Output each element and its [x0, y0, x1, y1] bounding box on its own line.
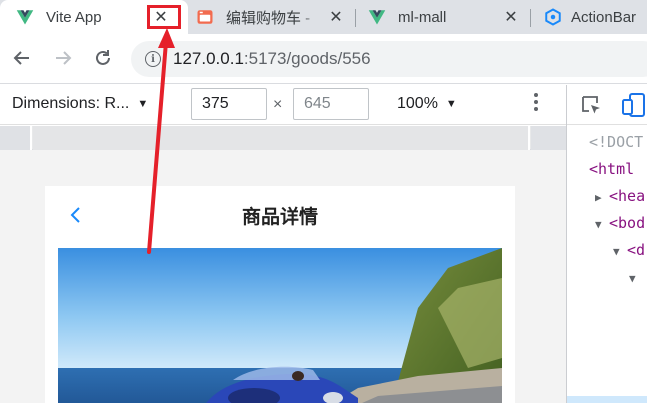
- height-input[interactable]: 645: [293, 88, 369, 120]
- arrow-left-icon: [13, 51, 29, 65]
- dom-text: <d: [627, 241, 646, 259]
- ruler-segment[interactable]: [33, 126, 528, 150]
- dom-line-div[interactable]: ▼ <d: [613, 241, 645, 259]
- back-button[interactable]: [8, 44, 36, 72]
- ruler-segment[interactable]: [531, 126, 566, 150]
- caret-down-icon: ▼: [445, 98, 457, 110]
- dom-line-body[interactable]: ▼ <bod: [595, 214, 645, 232]
- ruler-segment[interactable]: [0, 126, 30, 150]
- url-host: 127.0.0.1: [173, 49, 244, 68]
- reload-button[interactable]: [89, 44, 117, 72]
- ruler-tick: [528, 126, 530, 150]
- tab-title: ml-mall: [398, 8, 447, 26]
- reload-icon: [96, 50, 110, 65]
- nav-bar: 商品详情: [45, 186, 515, 244]
- collapse-triangle-icon[interactable]: ▼: [629, 272, 643, 285]
- expand-triangle-icon[interactable]: ▶: [595, 191, 609, 204]
- inspect-element-icon[interactable]: [580, 94, 604, 118]
- tab-separator: [355, 9, 356, 27]
- dom-text: <bod: [609, 214, 646, 232]
- dom-line-child[interactable]: ▼: [629, 268, 643, 286]
- zoom-dropdown[interactable]: 100% ▼: [397, 95, 457, 113]
- tab-title: Vite App: [46, 8, 102, 26]
- tab-close-button[interactable]: ✕: [501, 7, 521, 27]
- device-toolbar-icon[interactable]: [621, 92, 647, 118]
- devtools-elements-panel: <!DOCT <html ▶ <hea ▼ <bod ▼ <d ▼: [566, 85, 647, 403]
- dom-text: <!DOCT: [589, 133, 644, 151]
- chevron-left-icon[interactable]: [67, 203, 87, 227]
- page-icon: [197, 10, 213, 24]
- collapse-triangle-icon[interactable]: ▼: [613, 245, 627, 258]
- tab-close-button[interactable]: ✕: [326, 7, 346, 27]
- dimensions-label: Dimensions: R...: [12, 95, 130, 112]
- url-path: :5173/goods/556: [243, 49, 371, 68]
- tab-title-fade: [300, 0, 326, 34]
- address-bar[interactable]: i 127.0.0.1:5173/goods/556: [131, 41, 647, 77]
- caret-down-icon: ▼: [137, 98, 149, 110]
- dom-text: <hea: [609, 187, 646, 205]
- more-options-icon[interactable]: [530, 93, 542, 111]
- width-input[interactable]: 375: [191, 88, 267, 120]
- times-sign: ×: [273, 96, 283, 113]
- device-viewport: 商品详情: [0, 126, 566, 403]
- zoom-value: 100%: [397, 95, 438, 112]
- car-photo: [58, 248, 502, 403]
- dom-line-html[interactable]: <html: [589, 160, 634, 178]
- tab-strip: Vite App ✕ 编辑购物车 - ✕ ml-mall ✕ ActionBar: [0, 0, 647, 34]
- collapse-triangle-icon[interactable]: ▼: [595, 218, 609, 231]
- device-toolbar: Dimensions: R... ▼ 375 × 645 100% ▼: [0, 85, 566, 125]
- dom-line-head[interactable]: ▶ <hea: [595, 187, 645, 205]
- ruler-tick: [30, 126, 32, 150]
- dom-text: <html: [589, 160, 635, 178]
- tab-actionbar[interactable]: ActionBar: [544, 0, 647, 34]
- browser-toolbar: i 127.0.0.1:5173/goods/556: [0, 34, 647, 84]
- info-icon[interactable]: i: [145, 51, 161, 67]
- vue-icon: [368, 10, 386, 25]
- tab-separator: [530, 9, 531, 27]
- dimensions-dropdown[interactable]: Dimensions: R... ▼: [12, 95, 148, 113]
- close-icon: ✕: [504, 9, 518, 26]
- vant-icon: [545, 8, 561, 26]
- vue-icon: [16, 10, 34, 25]
- arrow-right-icon: [56, 51, 72, 65]
- tab-title: ActionBar: [571, 8, 637, 26]
- dom-line-doctype[interactable]: <!DOCT: [589, 133, 643, 151]
- emulated-page: 商品详情: [45, 186, 515, 403]
- selected-node-highlight: [567, 396, 647, 403]
- devtools-toolbar: [567, 85, 647, 125]
- page-title: 商品详情: [241, 205, 318, 228]
- media-query-ruler: [0, 126, 566, 150]
- url-text: 127.0.0.1:5173/goods/556: [173, 49, 371, 69]
- annotation-highlight-box: [147, 5, 181, 29]
- product-image[interactable]: [58, 248, 502, 403]
- close-icon: ✕: [329, 9, 343, 26]
- forward-button[interactable]: [49, 44, 77, 72]
